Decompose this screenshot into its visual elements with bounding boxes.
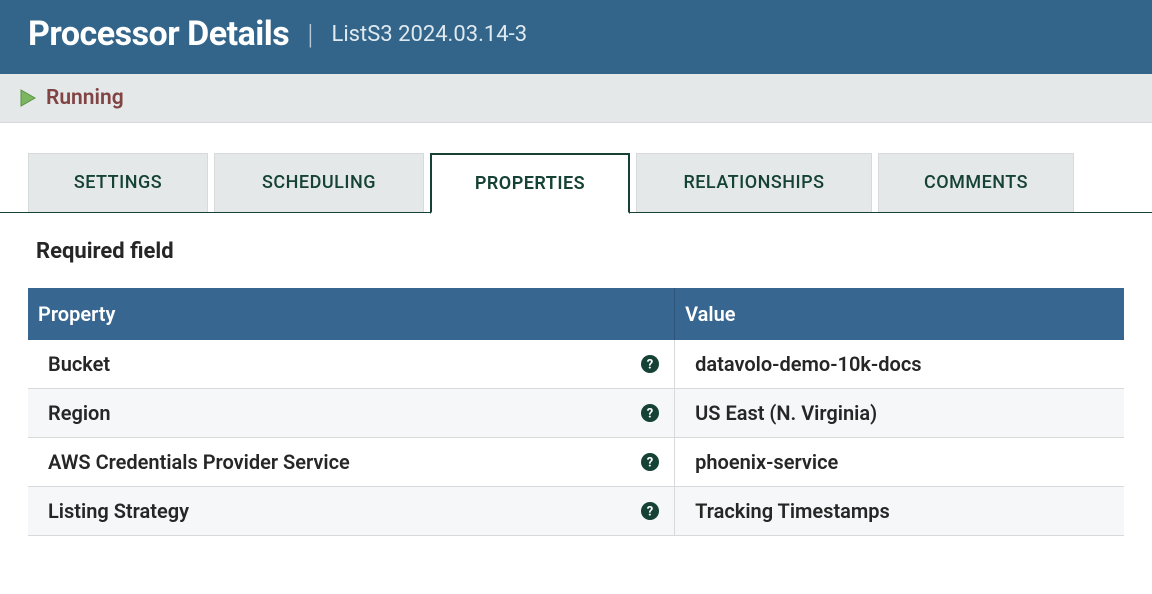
tab-comments[interactable]: COMMENTS: [878, 153, 1074, 212]
question-circle-icon[interactable]: ?: [640, 501, 660, 521]
section-title: Required field: [36, 239, 1124, 264]
tab-label: COMMENTS: [924, 172, 1028, 193]
table-row: Bucket ? datavolo-demo-10k-docs: [28, 340, 1124, 389]
tab-relationships[interactable]: RELATIONSHIPS: [636, 153, 872, 212]
page-title: Processor Details: [28, 14, 289, 54]
status-text: Running: [46, 86, 124, 110]
property-value[interactable]: phoenix-service: [675, 438, 1124, 487]
col-header-property[interactable]: Property: [28, 288, 675, 340]
table-row: Region ? US East (N. Virginia): [28, 389, 1124, 438]
tab-label: RELATIONSHIPS: [683, 172, 824, 193]
property-name: AWS Credentials Provider Service: [48, 450, 350, 474]
property-name: Region: [48, 401, 111, 425]
property-value[interactable]: datavolo-demo-10k-docs: [675, 340, 1124, 389]
status-bar: Running: [0, 74, 1152, 123]
question-circle-icon[interactable]: ?: [640, 452, 660, 472]
properties-table: Property Value Bucket ? datavolo-demo-10…: [28, 288, 1124, 536]
property-value[interactable]: US East (N. Virginia): [675, 389, 1124, 438]
property-name: Listing Strategy: [48, 499, 189, 523]
tab-scheduling[interactable]: SCHEDULING: [214, 153, 424, 212]
tab-label: PROPERTIES: [475, 173, 585, 194]
svg-text:?: ?: [647, 456, 653, 471]
tab-properties[interactable]: PROPERTIES: [430, 153, 630, 214]
running-icon: [18, 88, 38, 108]
svg-text:?: ?: [647, 358, 653, 373]
property-value[interactable]: Tracking Timestamps: [675, 487, 1124, 536]
question-circle-icon[interactable]: ?: [640, 403, 660, 423]
table-row: AWS Credentials Provider Service ? phoen…: [28, 438, 1124, 487]
tabs: SETTINGS SCHEDULING PROPERTIES RELATIONS…: [0, 123, 1152, 213]
tab-label: SCHEDULING: [262, 172, 376, 193]
header-subtitle: ListS3 2024.03.14-3: [331, 22, 527, 47]
properties-panel: Required field Property Value Bucket ? d…: [0, 213, 1152, 536]
svg-text:?: ?: [647, 407, 653, 422]
tab-label: SETTINGS: [74, 172, 162, 193]
tab-settings[interactable]: SETTINGS: [28, 153, 208, 212]
property-name: Bucket: [48, 352, 110, 376]
svg-text:?: ?: [647, 505, 653, 520]
col-header-value[interactable]: Value: [675, 288, 1124, 340]
question-circle-icon[interactable]: ?: [640, 354, 660, 374]
header-divider: |: [307, 18, 313, 51]
header: Processor Details | ListS3 2024.03.14-3: [0, 0, 1152, 74]
table-row: Listing Strategy ? Tracking Timestamps: [28, 487, 1124, 536]
